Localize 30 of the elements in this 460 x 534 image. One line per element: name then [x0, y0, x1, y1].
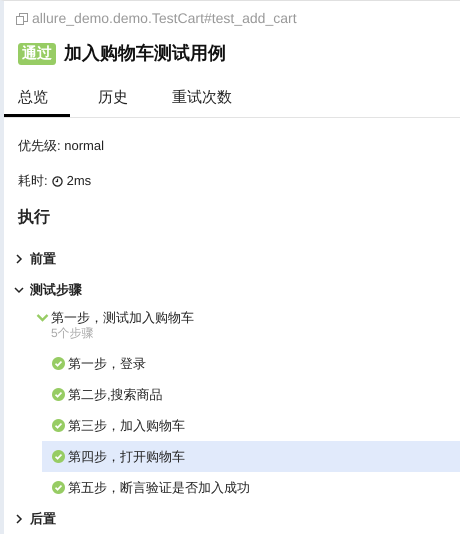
substep-name: 第三步，加入购物车	[68, 416, 185, 435]
chevron-right-icon[interactable]	[14, 254, 24, 264]
tab[interactable]: 历史	[82, 83, 144, 117]
section-title[interactable]: 前置	[30, 248, 56, 268]
section-title[interactable]: 后置	[30, 508, 56, 528]
tab[interactable]: 总览	[4, 83, 70, 117]
status-label: 通过	[18, 42, 56, 64]
substep-name: 第四步，打开购物车	[68, 448, 185, 466]
step-count: 5个步骤	[51, 326, 95, 341]
chevron-down-icon[interactable]	[14, 284, 24, 294]
duration-value: 2ms	[66, 172, 92, 190]
substep-row[interactable]: 第二步,搜索商品	[42, 379, 460, 410]
duration-label: 耗时:	[18, 172, 48, 190]
substep-row[interactable]: 第四步，打开购物车	[42, 441, 460, 472]
copy-icon[interactable]	[16, 12, 28, 24]
substep-row[interactable]: 第五步，断言验证是否加入成功	[42, 472, 460, 503]
section-title[interactable]: 测试步骤	[30, 280, 82, 300]
test-path: allure_demo.demo.TestCart#test_add_cart	[32, 9, 297, 28]
chevron-right-icon[interactable]	[14, 514, 24, 524]
substep-name: 第五步，断言验证是否加入成功	[68, 478, 250, 497]
test-title: 加入购物车测试用例	[64, 42, 226, 65]
priority-text: 优先级: normal	[18, 138, 104, 153]
step-name[interactable]: 第一步，测试加入购物车	[51, 309, 194, 326]
substep-row[interactable]: 第一步，登录	[42, 348, 460, 379]
substep-row[interactable]: 第三步，加入购物车	[42, 410, 460, 441]
substep-name: 第二步,搜索商品	[68, 386, 163, 404]
section-heading: 执行	[18, 209, 50, 226]
clock-icon	[52, 176, 63, 186]
substep-name: 第一步，登录	[68, 354, 146, 373]
tab[interactable]: 重试次数	[156, 83, 248, 117]
